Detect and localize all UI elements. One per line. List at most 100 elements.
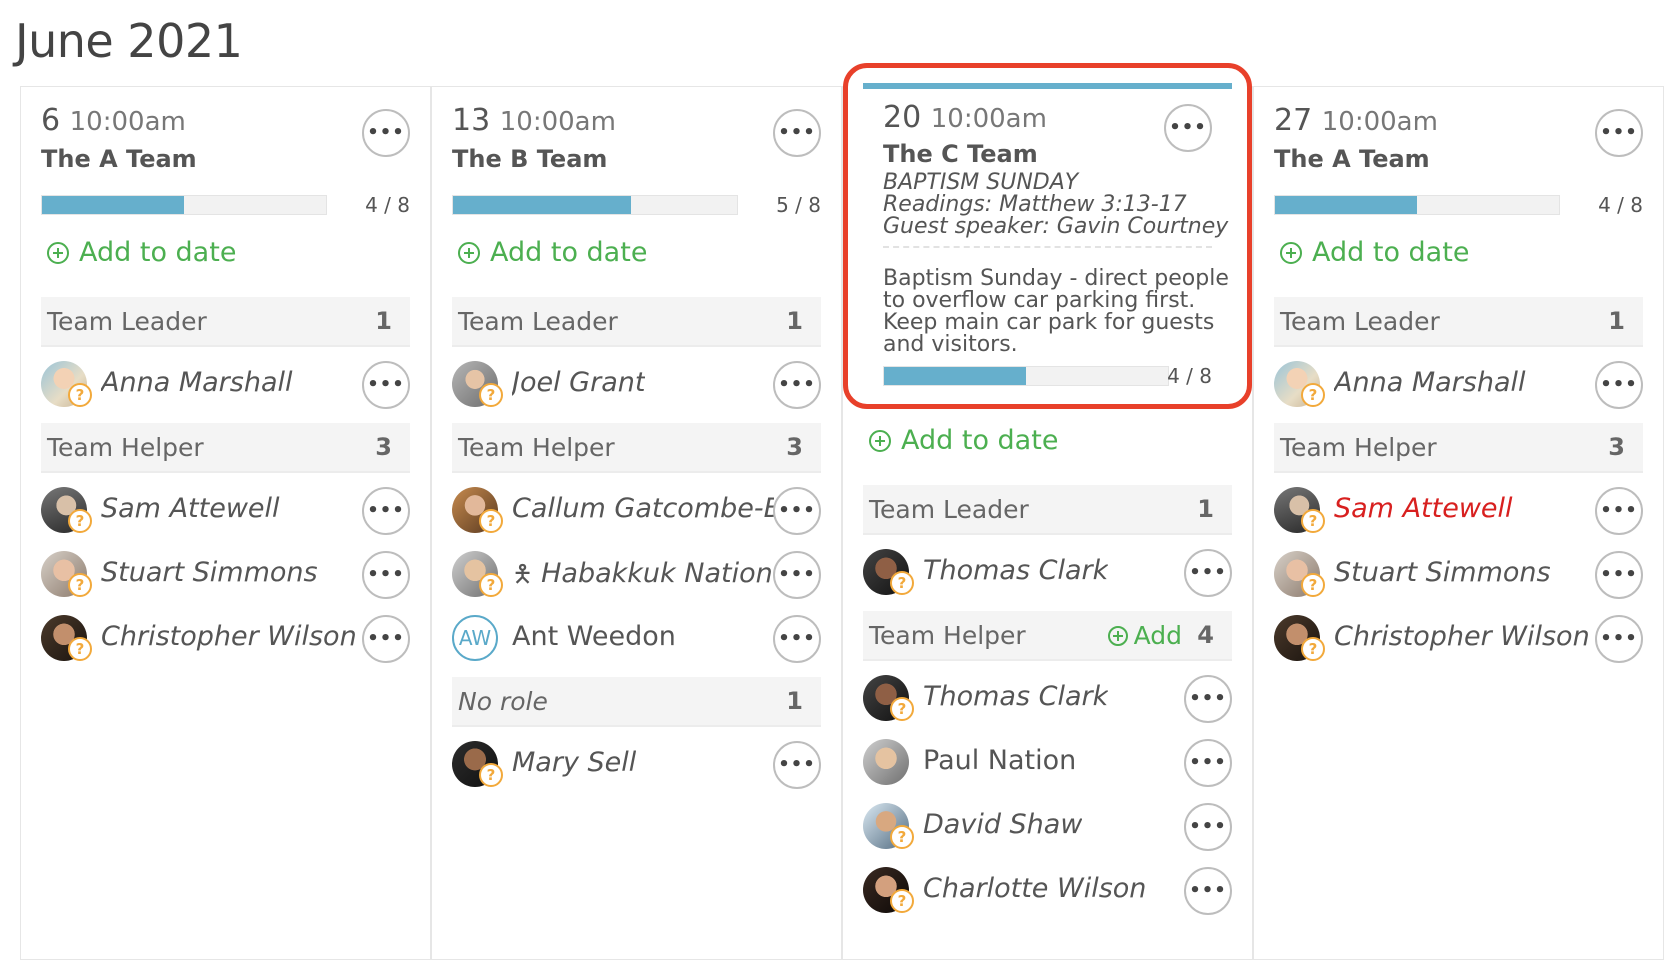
question-badge-icon: ?: [890, 825, 914, 849]
date-column-20: 20 10:00am The C Team ••• BAPTISM SUNDAY…: [842, 63, 1253, 959]
add-to-date-button[interactable]: Add to date: [869, 425, 1058, 456]
person-name[interactable]: 🯅 Habakkuk Nation: [512, 557, 773, 598]
question-badge-icon: ?: [890, 571, 914, 595]
person-more-button[interactable]: •••: [773, 487, 821, 535]
person-more-button[interactable]: •••: [362, 361, 410, 409]
person-row[interactable]: ? Mary Sell •••: [452, 739, 821, 791]
person-row[interactable]: Paul Nation •••: [863, 737, 1232, 789]
question-badge-icon: ?: [479, 763, 503, 787]
team-name: The A Team: [1274, 145, 1430, 173]
person-row[interactable]: ? Anna Marshall •••: [41, 359, 410, 411]
plus-circle-icon: [47, 241, 69, 264]
date-column-13: 13 10:00am The B Team ••• 5 / 8 Add to d…: [431, 87, 842, 959]
event-color-bar: [863, 83, 1232, 89]
person-row[interactable]: ? 🯅 Habakkuk Nation •••: [452, 549, 821, 601]
page-title: June 2021: [15, 14, 243, 68]
event-details-card: 20 10:00am The C Team ••• BAPTISM SUNDAY…: [843, 63, 1252, 409]
person-more-button[interactable]: •••: [1184, 675, 1232, 723]
role-header-team-helper: Team Helper Add 4: [863, 611, 1232, 661]
person-name[interactable]: Thomas Clark: [923, 555, 1108, 586]
person-more-button[interactable]: •••: [1184, 739, 1232, 787]
person-more-button[interactable]: •••: [362, 551, 410, 599]
person-row[interactable]: ? Sam Attewell •••: [1274, 485, 1643, 537]
event-description: BAPTISM SUNDAY Readings: Matthew 3:13-17…: [883, 170, 1229, 239]
date-more-button[interactable]: •••: [362, 109, 410, 157]
person-name[interactable]: Christopher Wilson: [1334, 621, 1590, 652]
person-name[interactable]: Joel Grant: [512, 367, 645, 398]
add-to-date-button[interactable]: Add to date: [47, 237, 236, 268]
person-more-button[interactable]: •••: [1184, 867, 1232, 915]
question-badge-icon: ?: [68, 383, 92, 407]
person-name[interactable]: Anna Marshall: [101, 367, 293, 398]
role-header-team-leader: Team Leader 1: [863, 485, 1232, 535]
person-more-button[interactable]: •••: [1595, 615, 1643, 663]
person-row[interactable]: ? Stuart Simmons •••: [1274, 549, 1643, 601]
avatar-initials: AW: [452, 615, 498, 661]
date-more-button[interactable]: •••: [773, 109, 821, 157]
date-time: 27 10:00am: [1274, 103, 1438, 138]
person-more-button[interactable]: •••: [773, 551, 821, 599]
person-more-button[interactable]: •••: [1595, 551, 1643, 599]
person-more-button[interactable]: •••: [773, 361, 821, 409]
person-more-button[interactable]: •••: [362, 615, 410, 663]
person-row[interactable]: ? Christopher Wilson •••: [41, 613, 410, 665]
person-name[interactable]: Thomas Clark: [923, 681, 1108, 712]
person-more-button[interactable]: •••: [1184, 549, 1232, 597]
add-to-date-button[interactable]: Add to date: [458, 237, 647, 268]
person-name[interactable]: Anna Marshall: [1334, 367, 1526, 398]
plus-circle-icon: [1107, 625, 1128, 646]
person-row[interactable]: ? Charlotte Wilson •••: [863, 865, 1232, 917]
person-name[interactable]: Ant Weedon: [512, 621, 676, 652]
person-more-button[interactable]: •••: [1595, 361, 1643, 409]
question-badge-icon: ?: [479, 573, 503, 597]
fill-progress-bar: [883, 366, 1169, 386]
date-header: 6 10:00am The A Team ••• 4 / 8: [41, 87, 410, 237]
question-badge-icon: ?: [1301, 573, 1325, 597]
add-to-role-button[interactable]: Add: [1107, 621, 1182, 650]
role-header-no-role: No role 1: [452, 677, 821, 727]
team-name: The B Team: [452, 145, 608, 173]
question-badge-icon: ?: [1301, 383, 1325, 407]
person-name-conflict[interactable]: Sam Attewell: [1334, 493, 1513, 524]
person-more-button[interactable]: •••: [773, 615, 821, 663]
date-time: 6 10:00am: [41, 103, 186, 138]
person-name[interactable]: Mary Sell: [512, 747, 636, 778]
person-row[interactable]: ? Thomas Clark •••: [863, 547, 1232, 599]
person-name[interactable]: Stuart Simmons: [1334, 557, 1551, 588]
person-more-button[interactable]: •••: [1184, 803, 1232, 851]
person-name[interactable]: Stuart Simmons: [101, 557, 318, 588]
person-row[interactable]: ? Joel Grant •••: [452, 359, 821, 411]
question-badge-icon: ?: [479, 509, 503, 533]
date-more-button[interactable]: •••: [1164, 104, 1212, 152]
role-header-team-helper: Team Helper 3: [1274, 423, 1643, 473]
person-row[interactable]: ? Callum Gatcombe-Batt •••: [452, 485, 821, 537]
date-header: 13 10:00am The B Team ••• 5 / 8: [452, 87, 821, 237]
fill-progress-bar: [452, 195, 738, 215]
person-name[interactable]: Paul Nation: [923, 745, 1076, 776]
person-more-button[interactable]: •••: [362, 487, 410, 535]
date-more-button[interactable]: •••: [1595, 109, 1643, 157]
team-name: The A Team: [41, 145, 197, 173]
person-row[interactable]: ? Stuart Simmons •••: [41, 549, 410, 601]
person-row[interactable]: ? Christopher Wilson •••: [1274, 613, 1643, 665]
person-more-button[interactable]: •••: [773, 741, 821, 789]
person-row[interactable]: ? Thomas Clark •••: [863, 673, 1232, 725]
person-name[interactable]: Sam Attewell: [101, 493, 280, 524]
person-row[interactable]: ? Anna Marshall •••: [1274, 359, 1643, 411]
date-time: 20 10:00am: [883, 100, 1047, 135]
person-row[interactable]: AW Ant Weedon •••: [452, 613, 821, 665]
question-badge-icon: ?: [1301, 637, 1325, 661]
person-more-button[interactable]: •••: [1595, 487, 1643, 535]
person-name[interactable]: Christopher Wilson: [101, 621, 357, 652]
question-badge-icon: ?: [890, 889, 914, 913]
add-to-date-button[interactable]: Add to date: [1280, 237, 1469, 268]
person-name[interactable]: Charlotte Wilson: [923, 873, 1146, 904]
person-row[interactable]: ? David Shaw •••: [863, 801, 1232, 853]
question-badge-icon: ?: [68, 637, 92, 661]
person-row[interactable]: ? Sam Attewell •••: [41, 485, 410, 537]
person-name[interactable]: David Shaw: [923, 809, 1082, 840]
role-header-team-leader: Team Leader 1: [1274, 297, 1643, 347]
fill-count: 4 / 8: [1598, 193, 1643, 217]
person-name[interactable]: Callum Gatcombe-Batt: [512, 493, 774, 524]
question-badge-icon: ?: [890, 697, 914, 721]
